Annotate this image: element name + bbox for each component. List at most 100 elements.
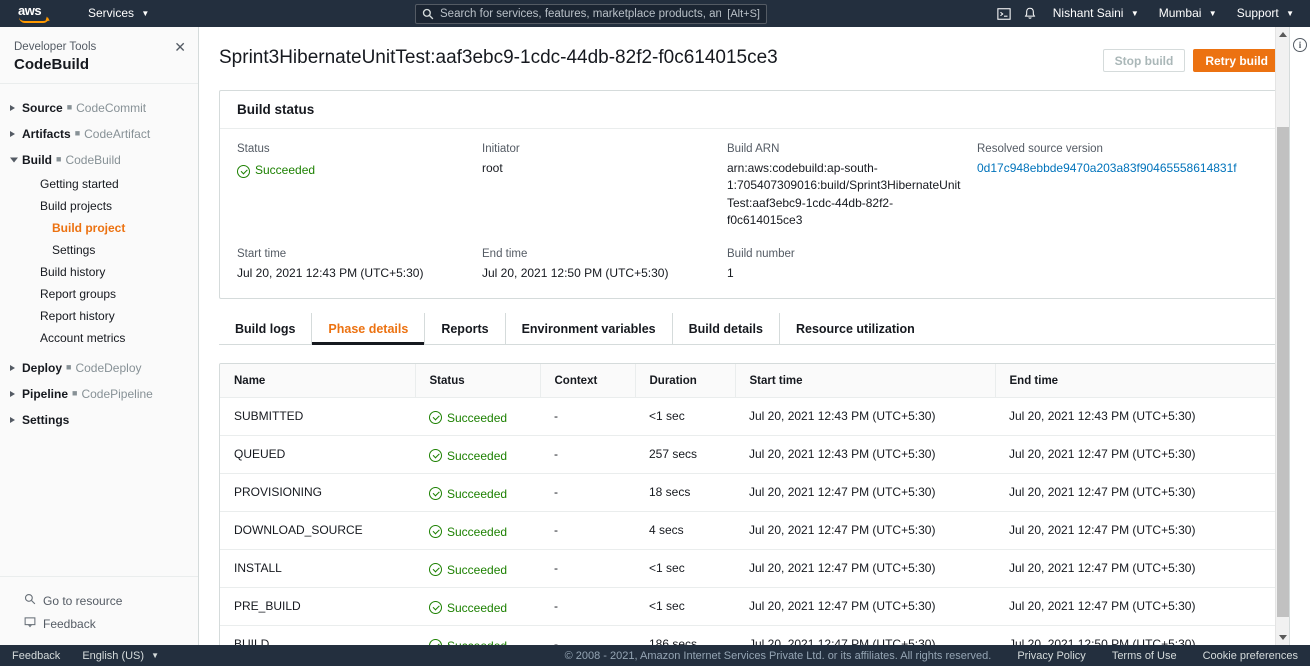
table-row[interactable]: PRE_BUILD Succeeded - <1 sec Jul 20, 2021 12… [220, 587, 1279, 626]
tab-resource-utilization[interactable]: Resource utilization [780, 313, 931, 344]
table-row[interactable]: DOWNLOAD_SOURCE Succeeded -4 secs Jul 20, 2… [220, 511, 1279, 550]
sidebar-item-settings-root[interactable]: Settings [0, 407, 198, 433]
scrollbar-thumb[interactable] [1277, 127, 1289, 617]
global-search-box[interactable]: [Alt+S] [415, 4, 767, 24]
sidebar-title: CodeBuild [14, 56, 89, 73]
cell-phase-start-time: Jul 20, 2021 12:47 PM (UTC+5:30) [735, 473, 995, 512]
footer-language-selector[interactable]: English (US) ▼ [82, 650, 159, 662]
feedback-icon [24, 616, 36, 631]
status-badge-label: Succeeded [447, 448, 508, 463]
footer-cookie-preferences-link[interactable]: Cookie preferences [1203, 650, 1298, 662]
stop-build-button[interactable]: Stop build [1102, 49, 1186, 72]
sidebar-item-deploy[interactable]: Deploy ■ CodeDeploy [0, 355, 198, 381]
table-row[interactable]: PROVISIONING Succeeded -18 secs Jul 20, 202… [220, 473, 1279, 512]
cell-phase-end-time: Jul 20, 2021 12:50 PM (UTC+5:30) [995, 625, 1279, 645]
sidebar-eyebrow: Developer Tools [14, 41, 97, 53]
check-circle-icon [429, 487, 442, 501]
table-row[interactable]: SUBMITTED Succeeded - <1 sec Jul 20, 2021 12… [220, 397, 1279, 436]
bell-icon[interactable] [1017, 0, 1043, 27]
cell-phase-status: Succeeded [415, 625, 540, 645]
info-icon[interactable]: i [1293, 38, 1307, 52]
status-badge: Succeeded [429, 525, 507, 539]
search-input[interactable] [440, 8, 722, 20]
sidebar-item-pipeline[interactable]: Pipeline ■ CodePipeline [0, 381, 198, 407]
sidebar-item-artifacts[interactable]: Artifacts ■ CodeArtifact [0, 121, 198, 147]
left-sidebar: Developer Tools CodeBuild ✕ Source ■ Cod… [0, 27, 199, 645]
column-header-status[interactable]: Status [415, 363, 541, 398]
status-badge-label: Succeeded [447, 639, 507, 645]
sidebar-feedback-link[interactable]: Feedback [0, 612, 198, 635]
chevron-down-icon: ▼ [1286, 9, 1294, 18]
main-scroll-region: Sprint3HibernateUnitTest:aaf3ebc9-1cdc-4… [199, 27, 1310, 645]
footer-privacy-policy-link[interactable]: Privacy Policy [1017, 650, 1085, 662]
cell-phase-status: Succeeded [415, 587, 540, 626]
sidebar-item-report-history[interactable]: Report history [0, 305, 198, 327]
cell-phase-end-time: Jul 20, 2021 12:47 PM (UTC+5:30) [995, 473, 1279, 512]
cell-phase-name: BUILD [220, 625, 415, 645]
footer-feedback-link[interactable]: Feedback [12, 650, 60, 662]
support-menu-label: Support [1236, 6, 1279, 20]
cell-phase-start-time: Jul 20, 2021 12:47 PM (UTC+5:30) [735, 549, 995, 588]
scroll-down-button[interactable] [1276, 630, 1290, 645]
cell-phase-end-time: Jul 20, 2021 12:47 PM (UTC+5:30) [995, 587, 1279, 626]
sidebar-item-build[interactable]: Build ■ CodeBuild [0, 147, 198, 173]
cell-phase-context: - [540, 397, 635, 436]
detail-tabs: Build logs Phase details Reports Environ… [219, 312, 1280, 345]
tab-environment-variables[interactable]: Environment variables [506, 312, 673, 344]
scroll-up-button[interactable] [1276, 27, 1290, 42]
table-row[interactable]: QUEUED Succeeded -257 secs Jul 20, 2021 12:… [220, 435, 1279, 474]
field-status: Status Succeeded [237, 143, 482, 230]
sidebar-item-build-history[interactable]: Build history [0, 261, 198, 283]
build-status-panel-body: Status Succeeded Initiator root Build AR… [220, 129, 1279, 298]
cell-phase-status: Succeeded [415, 511, 540, 550]
services-menu[interactable]: Services ▼ [78, 0, 159, 27]
table-body: SUBMITTED Succeeded - <1 sec Jul 20, 2021 12… [220, 397, 1279, 645]
footer-copyright: © 2008 - 2021, Amazon Internet Services … [564, 649, 992, 662]
chevron-right-icon [10, 391, 15, 397]
resolved-source-version-link[interactable]: 0d17c948ebbde9470a203a83f90465558614831f [977, 160, 1262, 177]
build-status-fields: Status Succeeded Initiator root Build AR… [237, 143, 1262, 282]
tab-reports[interactable]: Reports [425, 312, 506, 344]
region-menu[interactable]: Mumbai ▼ [1149, 0, 1227, 27]
account-menu[interactable]: Nishant Saini ▼ [1043, 0, 1149, 27]
sidebar-item-build-project[interactable]: Build project [0, 217, 198, 239]
sidebar-item-account-metrics[interactable]: Account metrics [0, 327, 198, 349]
sidebar-item-settings[interactable]: Settings [0, 239, 198, 261]
status-badge-label: Succeeded [447, 524, 508, 539]
column-header-end-time[interactable]: End time [995, 363, 1279, 398]
sidebar-item-build-projects[interactable]: Build projects [0, 195, 198, 217]
sidebar-footer: Go to resource Feedback [0, 576, 198, 645]
field-label: Start time [237, 247, 287, 260]
column-header-start-time[interactable]: Start time [735, 363, 996, 398]
table-row[interactable]: INSTALL Succeeded - <1 sec Jul 20, 2021 12:4… [220, 549, 1279, 588]
field-build-number: Build number 1 [727, 248, 977, 282]
aws-console-page: aws Services ▼ [Alt+S] Nishant Saini ▼ [0, 0, 1310, 666]
status-badge: Succeeded [429, 487, 507, 501]
support-menu[interactable]: Support ▼ [1227, 0, 1304, 27]
cloudshell-icon[interactable] [991, 0, 1017, 27]
table-row[interactable]: BUILD Succeeded -186 secsJul 20, 2021 12:4… [220, 625, 1279, 645]
close-icon[interactable]: ✕ [174, 40, 186, 54]
sidebar-item-service: CodeArtifact [84, 127, 151, 141]
triangle-up-icon [1278, 32, 1287, 37]
sidebar-item-report-groups[interactable]: Report groups [0, 283, 198, 305]
sidebar-item-source[interactable]: Source ■ CodeCommit [0, 95, 198, 121]
tab-build-logs[interactable]: Build logs [219, 312, 313, 344]
chevron-down-icon: ▼ [141, 9, 150, 18]
tab-build-details[interactable]: Build details [673, 312, 780, 344]
cell-phase-end-time: Jul 20, 2021 12:47 PM (UTC+5:30) [995, 511, 1279, 550]
check-circle-icon [429, 411, 442, 425]
column-header-name[interactable]: Name [220, 363, 416, 398]
footer-terms-of-use-link[interactable]: Terms of Use [1112, 650, 1177, 662]
search-icon [24, 593, 36, 608]
column-header-context[interactable]: Context [540, 363, 636, 398]
tab-phase-details[interactable]: Phase details [312, 312, 426, 345]
main-scrollbar[interactable] [1275, 27, 1289, 645]
sidebar-item-service: CodeBuild [65, 153, 121, 167]
go-to-resource-link[interactable]: Go to resource [0, 589, 198, 612]
aws-logo[interactable]: aws [18, 4, 56, 24]
retry-build-button[interactable]: Retry build [1193, 49, 1280, 72]
table-header: Name Status Context Duration Start time … [220, 363, 1279, 398]
column-header-duration[interactable]: Duration [635, 363, 736, 398]
sidebar-item-getting-started[interactable]: Getting started [0, 173, 198, 195]
